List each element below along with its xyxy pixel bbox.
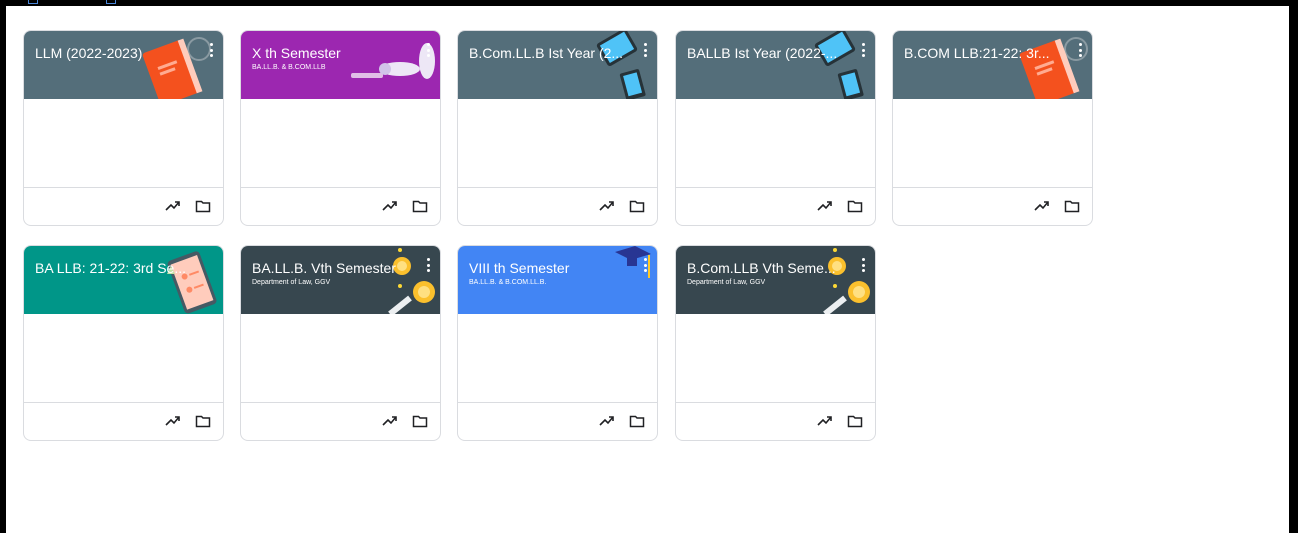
card-header[interactable]: LLM (2022-2023) [24,31,223,99]
trending-up-icon[interactable] [165,414,181,428]
card-title[interactable]: B.COM LLB:21-22: 3r... [904,45,1074,61]
trending-up-icon[interactable] [165,199,181,213]
trending-up-icon[interactable] [599,414,615,428]
phone-illustration-icon [167,251,217,314]
card-footer [676,187,875,225]
coin-illustration-icon [823,248,870,314]
card-header[interactable]: B.Com.LL.B Ist Year (2... [458,31,657,99]
card-subtitle: Department of Law, GGV [687,279,766,286]
class-card[interactable]: BA LLB: 21-22: 3rd Se... [23,245,224,441]
more-vert-icon[interactable] [207,43,215,57]
class-grid: LLM (2022-2023) X th Semester BA.LL.B. &… [6,0,1289,533]
more-vert-icon[interactable] [424,258,432,272]
card-header[interactable]: BA.LL.B. Vth Semester Department of Law,… [241,246,440,314]
card-title[interactable]: BALLB Ist Year (2022-... [687,45,857,61]
card-subtitle: BA.LL.B. & B.COM.LL.B. [469,279,547,286]
card-footer [458,187,657,225]
top-cutoff [20,0,120,12]
class-card[interactable]: VIII th Semester BA.LL.B. & B.COM.LL.B. [457,245,658,441]
folder-icon[interactable] [847,414,863,428]
card-footer [241,402,440,440]
class-card[interactable]: B.Com.LL.B Ist Year (2... [457,30,658,226]
more-vert-icon[interactable] [641,43,649,57]
coin-illustration-icon [388,248,435,314]
folder-icon[interactable] [629,414,645,428]
card-subtitle: Department of Law, GGV [252,279,331,286]
trending-up-icon[interactable] [382,414,398,428]
class-card[interactable]: X th Semester BA.LL.B. & B.COM.LLB [240,30,441,226]
card-subtitle: BA.LL.B. & B.COM.LLB [252,64,326,71]
card-header[interactable]: VIII th Semester BA.LL.B. & B.COM.LL.B. [458,246,657,314]
trending-up-icon[interactable] [817,199,833,213]
more-vert-icon[interactable] [1076,43,1084,57]
card-footer [241,187,440,225]
card-title[interactable]: B.Com.LLB Vth Seme... [687,260,857,276]
card-footer [676,402,875,440]
more-vert-icon[interactable] [641,258,649,272]
card-header[interactable]: BA LLB: 21-22: 3rd Se... [24,246,223,314]
folder-icon[interactable] [629,199,645,213]
card-header[interactable]: B.COM LLB:21-22: 3r... [893,31,1092,99]
more-vert-icon[interactable] [859,43,867,57]
class-card[interactable]: B.Com.LLB Vth Seme... Department of Law,… [675,245,876,441]
card-header[interactable]: B.Com.LLB Vth Seme... Department of Law,… [676,246,875,314]
card-footer [24,187,223,225]
more-vert-icon[interactable] [859,258,867,272]
more-vert-icon[interactable] [424,43,432,57]
folder-icon[interactable] [412,199,428,213]
class-card[interactable]: B.COM LLB:21-22: 3r... [892,30,1093,226]
card-title[interactable]: X th Semester [252,45,422,61]
card-title[interactable]: B.Com.LL.B Ist Year (2... [469,45,639,61]
trending-up-icon[interactable] [817,414,833,428]
tablet-illustration-icon [814,31,864,99]
card-footer [24,402,223,440]
folder-icon[interactable] [847,199,863,213]
card-header[interactable]: X th Semester BA.LL.B. & B.COM.LLB [241,31,440,99]
trending-up-icon[interactable] [599,199,615,213]
tablet-illustration-icon [596,31,646,99]
card-title[interactable]: LLM (2022-2023) [35,45,205,61]
trending-up-icon[interactable] [1034,199,1050,213]
folder-icon[interactable] [195,414,211,428]
class-card[interactable]: BA.LL.B. Vth Semester Department of Law,… [240,245,441,441]
folder-icon[interactable] [412,414,428,428]
card-header[interactable]: BALLB Ist Year (2022-... [676,31,875,99]
card-title[interactable]: BA.LL.B. Vth Semester [252,260,422,276]
trending-up-icon[interactable] [382,199,398,213]
card-title[interactable]: VIII th Semester [469,260,639,276]
class-card[interactable]: BALLB Ist Year (2022-... [675,30,876,226]
card-footer [893,187,1092,225]
folder-icon[interactable] [1064,199,1080,213]
class-card[interactable]: LLM (2022-2023) [23,30,224,226]
folder-icon[interactable] [195,199,211,213]
card-title[interactable]: BA LLB: 21-22: 3rd Se... [35,260,205,276]
card-footer [458,402,657,440]
